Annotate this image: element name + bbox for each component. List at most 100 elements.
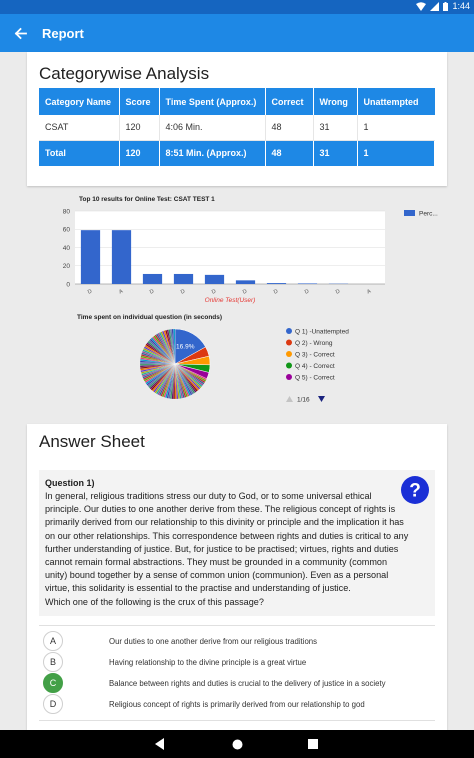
options-bottom-divider: [39, 720, 435, 721]
question-line: In general, religious traditions stress …: [45, 491, 372, 501]
page-title: Report: [42, 25, 84, 41]
help-question-icon[interactable]: ?: [400, 475, 430, 505]
bar-x-tick-label: A: [118, 288, 124, 295]
bar-chart-title: Top 10 results for Online Test: CSAT TES…: [79, 196, 215, 203]
bar-x-tick-label: A: [366, 288, 372, 295]
table-row: CSAT 120 4:06 Min. 48 31 1: [39, 115, 435, 141]
option-b[interactable]: B Having relationship to the divine prin…: [43, 652, 433, 672]
total-unattempted: 1: [357, 140, 435, 166]
category-table: Category Name Score Time Spent (Approx.)…: [39, 88, 435, 166]
charts-svg: Top 10 results for Online Test: CSAT TES…: [63, 196, 438, 404]
answer-sheet-title: Answer Sheet: [39, 432, 145, 451]
pie-chart-title: Time spent on individual question (in se…: [77, 314, 222, 321]
navigation-bar: [0, 730, 474, 758]
col-category-name: Category Name: [39, 88, 120, 115]
bar-x-tick-label: D: [242, 289, 248, 296]
battery-icon: [443, 1, 449, 11]
bar: [80, 230, 101, 284]
pie-legend-marker: [286, 351, 292, 357]
answer-sheet-card: Answer Sheet Question 1) In general, rel…: [27, 424, 447, 744]
category-analysis-title: Categorywise Analysis: [39, 64, 210, 83]
pie-legend-marker: [286, 328, 292, 334]
table-total-row: Total 120 8:51 Min. (Approx.) 48 31 1: [39, 140, 435, 166]
pie-legend-marker: [286, 374, 292, 380]
bar-legend-label: Perc...: [419, 211, 438, 218]
cell-wrong: 31: [313, 115, 358, 141]
status-time: 1:44: [452, 1, 470, 11]
cell-time-spent: 4:06 Min.: [159, 115, 266, 141]
bar-x-tick-label: D: [87, 289, 93, 296]
question-line: cannot remain formal abstractions. They …: [45, 557, 388, 568]
nav-home-icon: [232, 739, 242, 749]
nav-back-button[interactable]: [152, 736, 168, 752]
nav-home-button[interactable]: [229, 736, 245, 752]
question-text: In general, religious traditions stress …: [45, 490, 411, 609]
question-line: further understanding of justice. But, f…: [45, 543, 399, 554]
bar: [142, 273, 163, 284]
bar-x-tick-label: D: [180, 289, 186, 296]
nav-recents-button[interactable]: [305, 736, 321, 752]
bar-legend-swatch: [404, 210, 415, 216]
option-d[interactable]: D Religious concept of rights is primari…: [43, 694, 433, 714]
option-a[interactable]: A Our duties to one another derive from …: [43, 631, 433, 651]
cell-correct: 48: [265, 115, 314, 141]
options-divider: [39, 625, 435, 626]
bar-x-tick-label: D: [149, 289, 155, 296]
category-analysis-card: Categorywise Analysis Category Name Scor…: [27, 52, 447, 186]
bar: [297, 283, 318, 284]
option-letter-b: B: [43, 652, 63, 672]
total-label: Total: [39, 140, 120, 166]
option-c[interactable]: C Balance between rights and duties is c…: [43, 673, 433, 693]
question-label: Question 1): [45, 478, 95, 488]
category-table-header: Category Name Score Time Spent (Approx.)…: [39, 88, 435, 115]
question-line: primarily derived from our relationship …: [45, 517, 404, 528]
option-text-c: Balance between rights and duties is cru…: [109, 678, 386, 688]
question-line: on our other relationships. This corresp…: [45, 530, 409, 541]
back-button[interactable]: [0, 14, 40, 52]
status-icons: 1:44: [416, 1, 470, 11]
charts-area: Top 10 results for Online Test: CSAT TES…: [27, 190, 447, 412]
arrow-back-icon: [14, 27, 27, 39]
option-letter-d: D: [43, 694, 63, 714]
bar-y-tick-label: 20: [63, 263, 71, 270]
option-text-b: Having relationship to the divine princi…: [109, 657, 307, 667]
question-line: virtue, this solidarity is essential to …: [45, 583, 351, 594]
total-wrong: 31: [313, 140, 358, 166]
pie-legend-label: Q 4) - Correct: [295, 363, 335, 370]
app-bar: Report: [0, 14, 474, 52]
svg-text:?: ?: [409, 481, 421, 502]
bar-x-tick-label: D: [273, 289, 279, 296]
pie-legend-next-icon: [318, 396, 325, 402]
bar-x-tick-label: D: [211, 289, 217, 296]
bar-x-tick-label: D: [335, 289, 341, 296]
bar-x-tick-label: D: [304, 289, 310, 296]
bar: [266, 283, 287, 284]
pie-legend-page: 1/16: [297, 397, 310, 404]
question-line: Which one of the following is the crux o…: [45, 596, 264, 607]
question-line: principle. Our duties to one another der…: [45, 504, 396, 515]
signal-icon: [430, 1, 440, 11]
pie-legend-label: Q 2) - Wrong: [295, 340, 333, 347]
pie-legend-prev-icon: [286, 396, 293, 402]
pie-slice-label: 16.9%: [176, 343, 195, 350]
option-letter-c: C: [43, 673, 63, 693]
bar-y-tick-label: 40: [63, 245, 71, 252]
col-score: Score: [119, 88, 160, 115]
col-unattempted: Unattempted: [357, 88, 435, 115]
nav-back-icon: [155, 738, 164, 750]
question-line: unity) bound together by a sense of comm…: [45, 570, 389, 581]
option-text-d: Religious concept of rights is primarily…: [109, 699, 365, 709]
option-text-a: Our duties to one another derive from ou…: [109, 636, 318, 646]
bar-y-tick-label: 60: [63, 227, 71, 234]
total-time-spent: 8:51 Min. (Approx.): [159, 140, 266, 166]
col-time-spent: Time Spent (Approx.): [159, 88, 266, 115]
col-correct: Correct: [265, 88, 314, 115]
total-correct: 48: [265, 140, 314, 166]
bar: [204, 274, 225, 284]
status-bar: 1:44: [0, 0, 474, 14]
pie-legend-label: Q 1) -Unattempted: [295, 328, 349, 335]
pie-legend-label: Q 5) - Correct: [295, 374, 335, 381]
total-score: 120: [119, 140, 160, 166]
pie-legend-marker: [286, 362, 292, 369]
bar-y-tick-label: 0: [66, 281, 70, 288]
